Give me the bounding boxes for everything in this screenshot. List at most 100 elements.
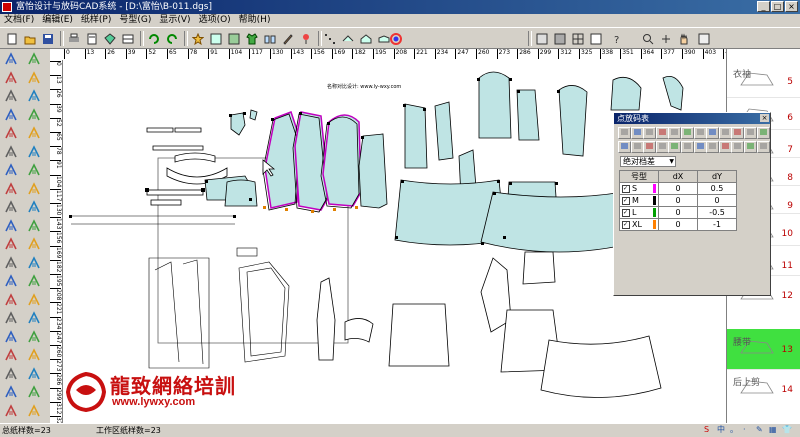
pan-icon[interactable] — [658, 31, 674, 46]
size-checkbox[interactable]: ✓ — [622, 208, 630, 217]
menu-help[interactable]: 帮助(H) — [239, 14, 271, 27]
pattern-list-icon[interactable] — [552, 31, 568, 46]
tray-item[interactable]: 中 — [717, 424, 725, 435]
tray-item[interactable]: · — [743, 424, 746, 435]
dy-cell[interactable]: -1 — [697, 218, 737, 231]
undo-icon[interactable] — [146, 31, 162, 46]
grade-mode-select[interactable]: 绝对档差 ▼ — [620, 156, 676, 167]
shrink-tool-icon[interactable] — [3, 144, 21, 162]
smart-pen-tool-icon[interactable] — [26, 329, 44, 347]
menu-size[interactable]: 号型(G) — [119, 14, 151, 27]
menu-file[interactable]: 文档(F) — [4, 14, 34, 27]
grid-grade-button[interactable] — [731, 127, 745, 139]
mirror-tool-icon[interactable] — [26, 144, 44, 162]
check-grade-button[interactable] — [756, 141, 770, 153]
full-view-icon[interactable] — [696, 31, 712, 46]
size-cell[interactable]: ✓ L — [619, 206, 659, 219]
menu-edit[interactable]: 编辑(E) — [42, 14, 73, 27]
flip-tool-icon[interactable] — [3, 310, 21, 328]
plot-icon[interactable] — [84, 31, 100, 46]
dx-cell[interactable]: 0 — [658, 194, 698, 207]
notch-tool-icon[interactable] — [3, 403, 21, 421]
open-file-icon[interactable] — [22, 31, 38, 46]
scissors-tool-icon[interactable] — [3, 181, 21, 199]
menu-options[interactable]: 选项(O) — [199, 14, 231, 27]
x-flip-grade-button[interactable] — [668, 127, 682, 139]
grade-table-row[interactable]: ✓ S 0 0.5 — [619, 182, 737, 195]
maximize-button[interactable]: □ — [771, 1, 784, 12]
list-grade-button[interactable] — [744, 141, 757, 153]
tray-item[interactable]: ▦ — [769, 424, 777, 435]
list-grade-button[interactable] — [744, 127, 757, 139]
dialog-close-button[interactable]: × — [760, 114, 769, 122]
size-checkbox[interactable]: ✓ — [622, 196, 630, 205]
pieces-icon[interactable] — [262, 31, 278, 46]
smart-pen-tool-icon[interactable] — [26, 51, 44, 69]
pattern-list-item[interactable]: 腰带 13 — [727, 329, 800, 370]
symmetric-tool-icon[interactable] — [26, 70, 44, 88]
x-equal-grade-button[interactable] — [643, 141, 657, 153]
rectangle-tool-icon[interactable] — [3, 347, 21, 365]
brush-icon[interactable] — [280, 31, 296, 46]
text-tool-icon[interactable] — [26, 199, 44, 217]
dart-tool-icon[interactable] — [26, 107, 44, 125]
paste-grade-grade-button[interactable] — [630, 141, 644, 153]
minimize-button[interactable]: _ — [757, 1, 770, 12]
size-checkbox[interactable]: ✓ — [622, 184, 630, 193]
grade-table-row[interactable]: ✓ XL 0 -1 — [619, 218, 737, 231]
paste-grade-grade-button[interactable] — [630, 127, 644, 139]
dist-grade-button[interactable] — [706, 127, 720, 139]
zero-grade-button[interactable] — [693, 127, 707, 139]
dy-cell[interactable]: 0 — [697, 194, 737, 207]
s-l-grade-button[interactable] — [718, 141, 732, 153]
y-equal-grade-button[interactable] — [655, 141, 669, 153]
select-tool-icon[interactable] — [3, 51, 21, 69]
size-cell[interactable]: ✓ M — [619, 194, 659, 207]
cut-tool-icon[interactable] — [26, 88, 44, 106]
x-flip-grade-button[interactable] — [668, 141, 682, 153]
grade-table-row[interactable]: ✓ M 0 0 — [619, 194, 737, 207]
bezier-tool-icon[interactable] — [3, 88, 21, 106]
pattern-library-icon[interactable] — [102, 31, 118, 46]
tray-item[interactable]: ✎ — [756, 424, 763, 435]
size-cell[interactable]: ✓ XL — [619, 218, 659, 231]
dx-cell[interactable]: 0 — [658, 206, 698, 219]
copy-grade-grade-button[interactable] — [618, 127, 631, 139]
pin-icon[interactable] — [298, 31, 314, 46]
tray-item[interactable]: 👕 — [782, 424, 792, 435]
pattern-cut-icon[interactable] — [534, 31, 550, 46]
dy-cell[interactable]: -0.5 — [697, 206, 737, 219]
size-cell[interactable]: ✓ S — [619, 182, 659, 195]
notch-tool-icon[interactable] — [3, 125, 21, 143]
grid-grade-button[interactable] — [731, 141, 745, 153]
y-flip-grade-button[interactable] — [681, 141, 694, 153]
split-tool-icon[interactable] — [26, 181, 44, 199]
rotate-tool-icon[interactable] — [3, 162, 21, 180]
show-style-icon[interactable] — [190, 31, 206, 46]
pattern-window-icon[interactable] — [226, 31, 242, 46]
dx-cell[interactable]: 0 — [658, 218, 698, 231]
ruler-tool-icon[interactable] — [3, 384, 21, 402]
align-tool-icon[interactable] — [26, 162, 44, 180]
button-tool-icon[interactable] — [26, 218, 44, 236]
cut-tool-icon[interactable] — [26, 366, 44, 384]
select-tool-icon[interactable] — [3, 329, 21, 347]
point-grade-table-dialog[interactable]: 点放码表 × 绝对档差 ▼ 号型 dX dY ✓ S 0 0.5 ✓ M 0 0 ✓ L 0 -0.5 ✓… — [613, 112, 771, 296]
menu-pattern[interactable]: 纸样(P) — [81, 14, 111, 27]
zero-grade-button[interactable] — [693, 141, 707, 153]
close-button[interactable]: × — [785, 1, 798, 12]
bezier-tool-icon[interactable] — [3, 366, 21, 384]
line-tool-icon[interactable] — [3, 273, 21, 291]
x-equal-grade-button[interactable] — [643, 127, 657, 139]
symmetric-tool-icon[interactable] — [26, 347, 44, 365]
size-checkbox[interactable]: ✓ — [622, 220, 630, 229]
measure-tool-icon[interactable] — [3, 255, 21, 273]
s-l-grade-button[interactable] — [718, 127, 732, 139]
redo-icon[interactable] — [164, 31, 180, 46]
rule-grade-icon[interactable] — [340, 31, 356, 46]
drill-tool-icon[interactable] — [26, 125, 44, 143]
point-grade-icon[interactable] — [322, 31, 338, 46]
grade-table-row[interactable]: ✓ L 0 -0.5 — [619, 206, 737, 219]
grade-tool-icon[interactable] — [3, 236, 21, 254]
grid-icon[interactable] — [570, 31, 586, 46]
